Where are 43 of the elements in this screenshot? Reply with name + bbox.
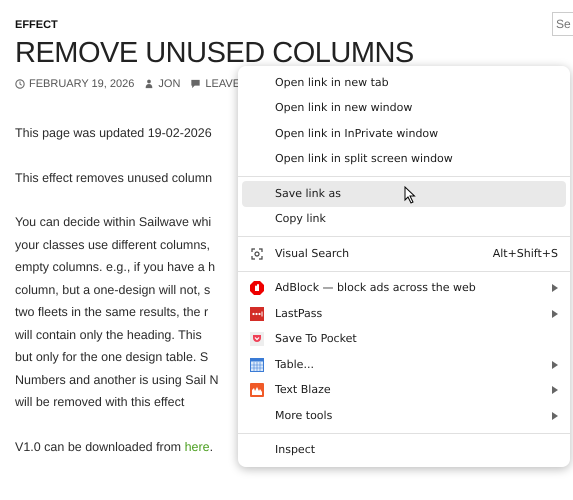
menu-item[interactable]: LastPass [242,301,566,326]
menu-item[interactable]: Open link in new tab [242,70,566,96]
menu-item[interactable]: Text Blaze [242,378,566,403]
menu-item[interactable]: Copy link [242,206,566,232]
menu-item[interactable]: Inspect [242,438,566,463]
text-line: two fleets in the same results, the r [15,304,208,322]
pocket-icon [250,332,264,346]
text-line: will be removed with this effect [15,394,184,412]
menu-item[interactable]: Save link as [242,181,566,206]
menu-item[interactable]: More tools [242,403,566,428]
person-icon [144,79,154,90]
category-label: EFFECT [15,18,58,33]
speech-bubble-icon [190,79,202,90]
menu-item[interactable]: Open link in InPrivate window [242,121,566,146]
menu-item[interactable]: AdBlock — block ads across the web [242,276,566,301]
menu-item[interactable]: Open link in split screen window [242,146,566,172]
lastpass-icon [250,306,264,321]
menu-item[interactable]: Visual Search Alt+Shift+S [242,241,566,266]
stop-sign-hand-icon [250,281,264,296]
search-field[interactable]: Se [552,12,573,36]
text-line: empty columns. e.g., if you have a h [15,259,216,276]
cursor-icon [404,186,416,204]
text-line: You can decide within Sailwave whi [15,214,212,232]
text-line: This effect removes unused column [15,170,212,187]
text-line: will contain only the heading. This [15,326,202,344]
article-title: REMOVE UNUSED COLUMNS [15,38,414,70]
table-icon [250,358,264,372]
text-line: Numbers and another is using Sail N [15,372,219,389]
download-text: V1.0 can be downloaded from here. [15,438,214,456]
menu-item[interactable]: Save To Pocket [242,326,566,352]
shortcut-text: Alt+Shift+S [492,246,558,262]
text-line: This page was updated 19-02-2026 [15,125,212,142]
text-line: but only for the one design table. S [15,349,208,366]
post-date: FEBRUARY 19, 2026 [29,76,134,92]
clock-icon [15,79,25,90]
comment-link[interactable]: LEAVE [205,76,240,92]
menu-item[interactable]: Table... [242,352,566,378]
menu-item[interactable]: Open link in new window [242,96,566,121]
text-line: your classes use different columns, [15,236,210,254]
visual-search-icon [250,246,264,261]
text-blaze-icon [250,383,264,398]
author-link[interactable]: JON [158,76,180,92]
text-line: column, but a one-design will not, s [15,282,210,299]
